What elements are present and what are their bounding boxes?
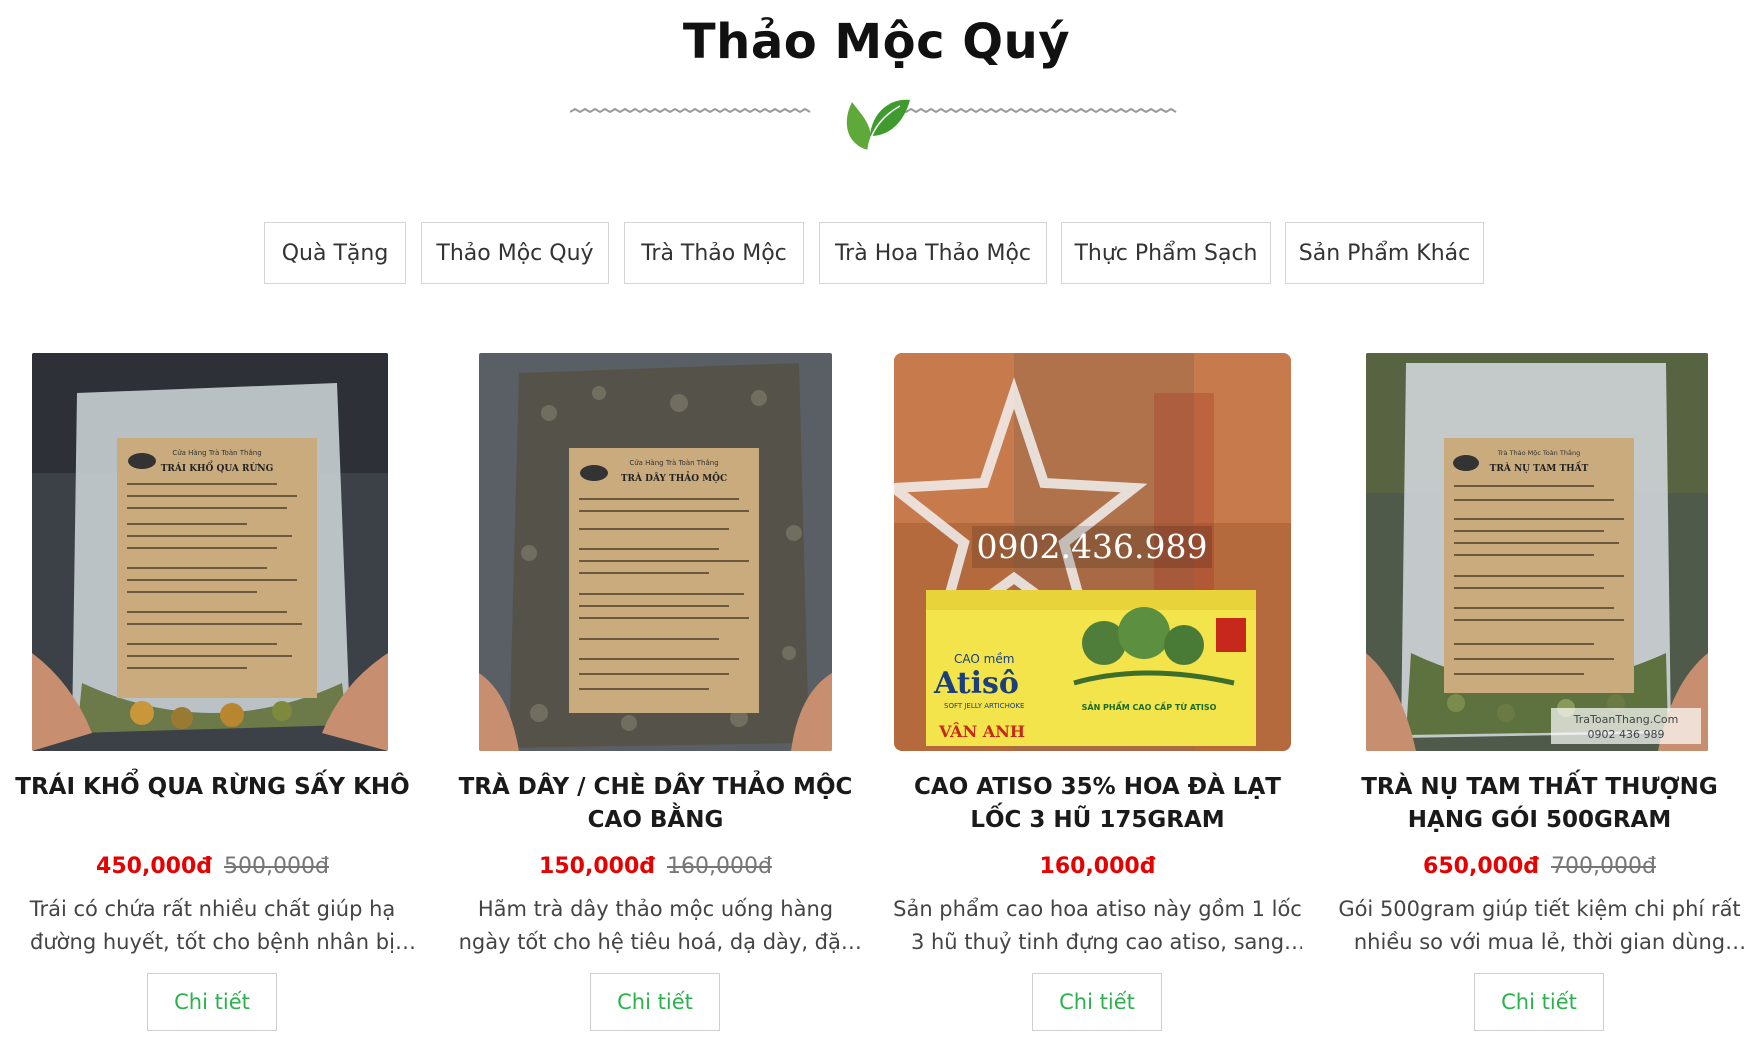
detail-button[interactable]: Chi tiết	[147, 973, 277, 1031]
watermark-site: TraToanThang.Com	[1573, 713, 1679, 726]
leaf-icon	[846, 99, 910, 151]
section-title: Thảo Mộc Quý	[682, 14, 1071, 70]
divider-right-line	[885, 107, 1177, 114]
product-name[interactable]: TRÀ DÂY / CHÈ DÂY THẢO MỘC CAO BẰNG	[443, 771, 868, 837]
product-description: Hãm trà dây thảo mộc uống hàng ngày tốt …	[458, 897, 853, 954]
tab-qua-tang[interactable]: Quà Tặng	[264, 222, 406, 284]
box-top-text: CAO mềm	[954, 652, 1014, 666]
product-image[interactable]: 0902.436.989 CAO mềm Atisô SOFT JELLY AR…	[894, 353, 1291, 751]
product-card: Cửa Hàng Trà Toàn Thắng TRÁI KHỔ QUA RỪN…	[0, 353, 425, 1043]
product-description: Gói 500gram giúp tiết kiệm chi phí rất n…	[1338, 897, 1741, 954]
phone-overlay: 0902.436.989	[977, 527, 1208, 566]
product-section: Thảo Mộc Quý Quà Tặng Thảo Mộc Quý Trà T…	[0, 0, 1753, 1050]
category-tabs: Quà Tặng Thảo Mộc Quý Trà Thảo Mộc Trà H…	[0, 222, 1753, 288]
product-old-price: 160,000đ	[667, 854, 772, 879]
product-price: 650,000đ	[1423, 854, 1539, 879]
product-description: Trái có chứa rất nhiều chất giúp hạ đườn…	[29, 897, 396, 954]
product-price: 450,000đ	[96, 854, 212, 879]
product-old-price: 500,000đ	[224, 854, 329, 879]
product-prices: 650,000đ 700,000đ	[1327, 854, 1752, 879]
box-brand-text: Atisô	[933, 666, 1019, 701]
divider-left-line	[570, 107, 811, 114]
product-name[interactable]: TRÀ NỤ TAM THẤT THƯỢNG HẠNG GÓI 500GRAM	[1327, 771, 1752, 837]
product-image[interactable]: Cửa Hàng Trà Toàn Thắng TRÁI KHỔ QUA RỪN…	[32, 353, 388, 751]
product-prices: 150,000đ 160,000đ	[443, 854, 868, 879]
detail-button[interactable]: Chi tiết	[590, 973, 720, 1031]
box-maker-text: VÂN ANH	[938, 721, 1025, 741]
product-prices: 160,000đ	[885, 854, 1310, 879]
tab-tra-thao-moc[interactable]: Trà Thảo Mộc	[624, 222, 804, 284]
product-card: Trà Thảo Mộc Toàn Thắng TRÀ NỤ TAM THẤT …	[1327, 353, 1752, 1043]
product-card: 0902.436.989 CAO mềm Atisô SOFT JELLY AR…	[885, 353, 1310, 1043]
product-prices: 450,000đ 500,000đ	[0, 854, 425, 879]
product-description: Sản phẩm cao hoa atiso này gồm 1 lốc 3 h…	[893, 897, 1302, 954]
tab-thuc-pham-sach[interactable]: Thực Phẩm Sạch	[1061, 222, 1271, 284]
tab-thao-moc-quy[interactable]: Thảo Mộc Quý	[421, 222, 609, 284]
box-sub-text: SOFT JELLY ARTICHOKE	[944, 702, 1024, 710]
product-name[interactable]: TRÁI KHỔ QUA RỪNG SẤY KHÔ	[0, 771, 425, 804]
detail-button[interactable]: Chi tiết	[1032, 973, 1162, 1031]
product-image[interactable]: Trà Thảo Mộc Toàn Thắng TRÀ NỤ TAM THẤT …	[1366, 353, 1708, 751]
tab-san-pham-khac[interactable]: Sản Phẩm Khác	[1285, 222, 1484, 284]
label-shop-text: Cửa Hàng Trà Toàn Thắng	[629, 458, 718, 467]
product-name[interactable]: CAO ATISO 35% HOA ĐÀ LẠT LỐC 3 HŨ 175GRA…	[885, 771, 1310, 837]
product-old-price: 700,000đ	[1551, 854, 1656, 879]
product-price: 160,000đ	[1039, 854, 1156, 879]
product-image[interactable]: Cửa Hàng Trà Toàn Thắng TRÀ DÂY THẢO MỘC	[479, 353, 832, 751]
watermark-phone: 0902 436 989	[1588, 728, 1665, 741]
product-price: 150,000đ	[539, 854, 655, 879]
label-shop-text: Trà Thảo Mộc Toàn Thắng	[1497, 448, 1580, 457]
product-card: Cửa Hàng Trà Toàn Thắng TRÀ DÂY THẢO MỘC…	[443, 353, 868, 1043]
label-shop-text: Cửa Hàng Trà Toàn Thắng	[172, 448, 261, 457]
tab-tra-hoa-thao-moc[interactable]: Trà Hoa Thảo Mộc	[819, 222, 1047, 284]
section-divider	[570, 99, 1177, 151]
detail-button[interactable]: Chi tiết	[1474, 973, 1604, 1031]
